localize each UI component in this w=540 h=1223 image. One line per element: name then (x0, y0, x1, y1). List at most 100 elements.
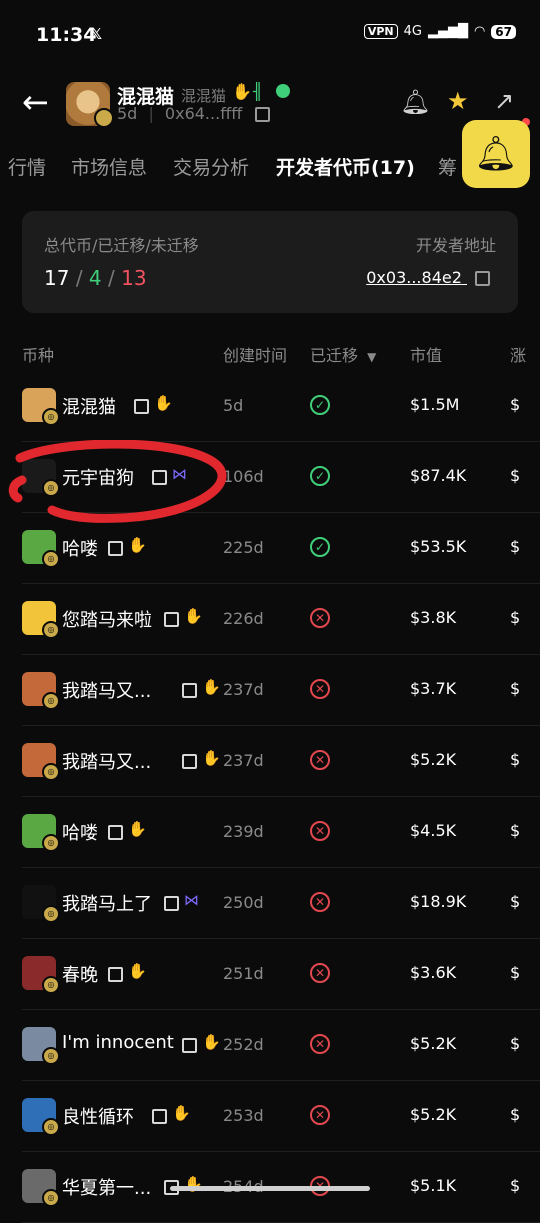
table-row[interactable]: ◎ 元宇宙狗 ⋈ 106d ✓ $87.4K $ (0, 442, 540, 513)
tab-dev-tokens[interactable]: 开发者代币(17) (276, 153, 415, 180)
token-address: 0x64...ffff (164, 104, 243, 123)
status-indicators: VPN 4G ▂▄▆█ ◠ 67 (363, 24, 516, 39)
copy-icon[interactable] (164, 896, 179, 911)
market-cap: $4.5K (410, 821, 457, 840)
platform-badge-icon: ◎ (42, 1047, 60, 1065)
table-row[interactable]: ◎ 哈喽 ✋ 225d ✓ $53.5K $ (0, 513, 540, 584)
column-migrated[interactable]: 已迁移 ▼ (310, 342, 376, 366)
filter-icon[interactable]: ▼ (367, 350, 376, 364)
copy-icon[interactable] (255, 107, 271, 122)
created-age: 5d (223, 396, 244, 415)
more-value: $ (510, 750, 521, 769)
column-mcap[interactable]: 市值 (410, 342, 442, 366)
coin-name: 春晚 (62, 965, 98, 986)
more-value: $ (510, 395, 521, 414)
token-counts: 17 / 4 / 13 (44, 266, 147, 290)
copy-icon[interactable] (164, 612, 179, 627)
coin-name: 混混猫 (62, 397, 116, 418)
hand-tag-icon: ✋ (184, 607, 203, 625)
hand-tag-icon: ✋ (202, 678, 221, 696)
not-migrated-x-icon: ✕ (310, 963, 330, 983)
table-row[interactable]: ◎ 混混猫 ✋ 5d ✓ $1.5M $ (0, 371, 540, 442)
platform-badge-icon: ◎ (42, 905, 60, 923)
created-age: 225d (223, 538, 264, 557)
table-row[interactable]: ◎ 良性循环 ✋ 253d ✕ $5.2K $ (0, 1081, 540, 1152)
more-value: $ (510, 537, 521, 556)
coin-name: 我踏马上了 (62, 894, 152, 915)
table-row[interactable]: ◎ 春晚 ✋ 251d ✕ $3.6K $ (0, 939, 540, 1010)
bell-button[interactable]: 🔔︎ (462, 120, 530, 188)
back-arrow-icon[interactable]: ← (22, 86, 49, 118)
table-row[interactable]: ◎ 您踏马来啦 ✋ 226d ✕ $3.8K $ (0, 584, 540, 655)
status-time: 11:34 (36, 24, 97, 46)
more-value: $ (510, 1105, 521, 1124)
hand-tag-icon: ✋ (128, 820, 147, 838)
share-icon[interactable]: ↗ (494, 87, 514, 115)
market-cap: $5.2K (410, 1105, 457, 1124)
star-icon[interactable]: ★ (447, 87, 469, 115)
wifi-icon: ◠ (473, 24, 486, 39)
hand-tag-icon: ✋ (128, 536, 147, 554)
coin-name: 哈喽 (62, 823, 98, 844)
tab-market[interactable]: 行情 (8, 153, 46, 180)
coin-name: 您踏马来啦 (62, 610, 152, 631)
coin-name: 华夏第一... (62, 1178, 152, 1199)
table-row[interactable]: ◎ I'm innocent ✋ 252d ✕ $5.2K $ (0, 1010, 540, 1081)
battery-level: 67 (491, 24, 516, 39)
separator: / (75, 266, 83, 290)
audio-icon: ╢ (253, 82, 263, 101)
column-migrated-label: 已迁移 (310, 346, 359, 365)
butterfly-tag-icon: ⋈ (184, 891, 199, 909)
created-age: 226d (223, 609, 264, 628)
migrated-check-icon: ✓ (310, 466, 330, 486)
verified-icon (276, 84, 290, 98)
copy-icon[interactable] (152, 1109, 167, 1124)
market-cap: $18.9K (410, 892, 467, 911)
copy-icon[interactable] (182, 1038, 197, 1053)
copy-icon[interactable] (475, 271, 490, 286)
dev-address-label: 开发者地址 (415, 236, 496, 255)
table-row[interactable]: ◎ 哈喽 ✋ 239d ✕ $4.5K $ (0, 797, 540, 868)
more-value: $ (510, 1034, 521, 1053)
copy-icon[interactable] (182, 683, 197, 698)
copy-icon[interactable] (182, 754, 197, 769)
coin-name: 哈喽 (62, 539, 98, 560)
market-cap: $3.8K (410, 608, 457, 627)
migrated-check-icon: ✓ (310, 537, 330, 557)
tab-trade-analysis[interactable]: 交易分析 (173, 153, 249, 180)
total-count: 17 (44, 266, 70, 290)
column-created[interactable]: 创建时间 (223, 342, 287, 366)
tab-chips[interactable]: 筹 (438, 153, 457, 180)
platform-badge-icon: ◎ (42, 1189, 60, 1207)
market-cap: $1.5M (410, 395, 460, 414)
hand-tag-icon: ✋ (128, 962, 147, 980)
market-cap: $3.7K (410, 679, 457, 698)
bell-icon: 🔔︎ (474, 134, 518, 174)
separator: | (148, 104, 154, 123)
copy-icon[interactable] (108, 967, 123, 982)
copy-icon[interactable] (134, 399, 149, 414)
tab-market-info[interactable]: 市场信息 (71, 153, 147, 180)
copy-icon[interactable] (152, 470, 167, 485)
market-cap: $87.4K (410, 466, 467, 485)
platform-badge-icon: ◎ (42, 834, 60, 852)
created-age: 237d (223, 751, 264, 770)
created-age: 252d (223, 1035, 264, 1054)
signal-icon: ▂▄▆█ (427, 24, 468, 39)
home-indicator (170, 1186, 370, 1191)
copy-icon[interactable] (108, 825, 123, 840)
alert-bell-plus-icon[interactable]: 🔔︎ (400, 88, 430, 116)
separator: / (108, 266, 115, 290)
dev-address-link[interactable]: 0x03...84e2 (366, 268, 490, 287)
created-age: 253d (223, 1106, 264, 1125)
platform-badge-icon: ◎ (42, 692, 60, 710)
hand-tag-icon: ✋ (202, 749, 221, 767)
table-row[interactable]: ◎ 我踏马上了 ⋈ 250d ✕ $18.9K $ (0, 868, 540, 939)
copy-icon[interactable] (108, 541, 123, 556)
created-age: 237d (223, 680, 264, 699)
market-cap: $5.2K (410, 1034, 457, 1053)
hand-tag-icon: ✋ (202, 1033, 221, 1051)
migrated-count: 4 (88, 266, 102, 290)
table-row[interactable]: ◎ 我踏马又... ✋ 237d ✕ $3.7K $ (0, 655, 540, 726)
table-row[interactable]: ◎ 我踏马又... ✋ 237d ✕ $5.2K $ (0, 726, 540, 797)
